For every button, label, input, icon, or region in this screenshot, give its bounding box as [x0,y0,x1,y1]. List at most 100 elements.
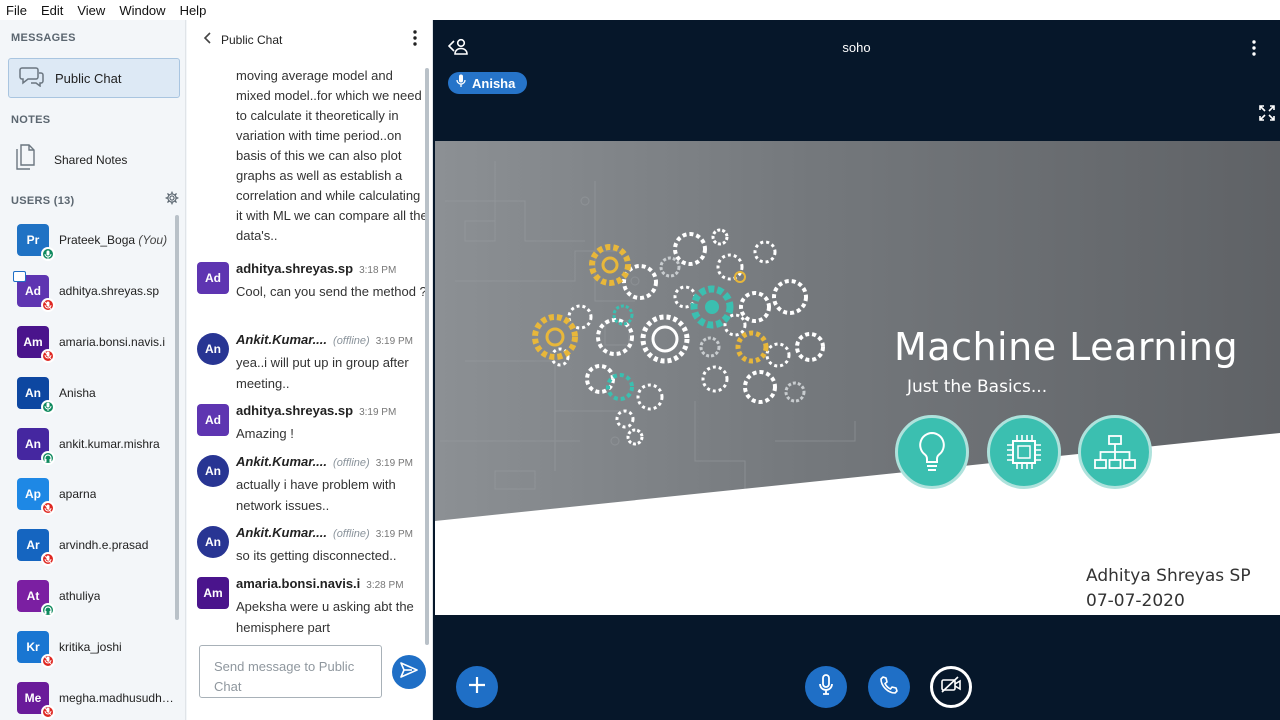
avatar-initials: Am [203,586,223,600]
avatar: An [197,526,229,558]
mute-microphone-button[interactable] [805,666,847,708]
user-name-text: Anisha [59,385,96,400]
message-time: 3:18 PM [359,265,397,276]
menu-edit[interactable]: Edit [41,3,63,18]
messages-section-title: MESSAGES [11,32,76,44]
presentation-slide: Machine Learning Just the Basics... Adhi… [435,141,1280,615]
user-list: Pr Prateek_Boga (You) Ad adhitya.shreyas.sp… [0,215,185,720]
user-name-text: adhitya.shreyas.sp [59,284,160,299]
microphone-icon [818,673,834,701]
actions-plus-button[interactable] [456,666,498,708]
avatar: An [197,333,229,365]
user-name: megha.madhusudh… [59,691,174,705]
lightbulb-icon [895,415,969,489]
avatar: Am [17,325,55,363]
microphone-status-icon [41,399,55,414]
meeting-options-icon[interactable] [1252,40,1256,61]
message-sender: Ankit.Kumar.... [236,454,328,469]
menu-bar: File Edit View Window Help [0,0,1280,20]
back-chevron-icon[interactable] [203,31,213,49]
avatar-initials: An [205,535,221,549]
avatar: Ad [197,262,229,294]
user-list-item[interactable]: Pr Prateek_Boga (You) [0,215,185,266]
user-list-item[interactable]: Kr kritika_joshi [0,621,185,672]
meeting-area: soho Anisha Machine Learning Just the Ba… [433,20,1280,720]
message-text: actually i have problem with network iss… [236,477,396,513]
user-list-sidebar: MESSAGES Public Chat NOTES Shared Notes … [0,20,186,720]
message-sender: amaria.bonsi.navis.i [236,576,361,591]
message-sender: Ankit.Kumar.... [236,332,328,347]
avatar-initials: Ad [205,413,221,427]
users-header: USERS (13) [11,191,179,210]
user-name-text: aparna [59,487,97,502]
user-name: ankit.kumar.mishra [59,437,160,451]
meeting-title: soho [842,40,871,55]
muted-microphone-status-icon [41,552,55,567]
message-sender: adhitya.shreyas.sp [236,403,354,418]
avatar-initials: Ar [26,538,40,553]
user-list-item[interactable]: An ankit.kumar.mishra [0,418,185,469]
avatar-initials: Me [24,690,42,705]
shared-notes-item[interactable]: Shared Notes [14,144,127,175]
message-time: 3:19 PM [359,407,397,418]
user-name-text: arvindh.e.prasad [59,538,149,553]
leave-audio-button[interactable] [868,666,910,708]
microphone-status-icon [41,247,55,262]
you-label: (You) [138,233,168,248]
talking-indicator[interactable]: Anisha [448,72,528,94]
chat-title: Public Chat [221,33,283,47]
chat-options-icon[interactable] [413,30,417,51]
chat-scrollbar[interactable] [425,68,429,645]
menu-view[interactable]: View [77,3,105,18]
avatar-initials: An [25,436,41,451]
muted-microphone-status-icon [41,298,55,313]
message-time: 3:19 PM [375,336,413,347]
headphones-status-icon [41,602,55,617]
message-text: so its getting disconnected.. [236,548,397,563]
send-message-button[interactable] [392,655,426,689]
avatar-initials: An [25,385,41,400]
notes-document-icon [14,144,36,175]
settings-gear-icon[interactable] [165,191,179,210]
user-list-item[interactable]: At athuliya [0,571,185,622]
menu-window[interactable]: Window [119,3,165,18]
chat-message-input[interactable]: Send message to Public Chat [199,645,382,698]
user-name: aparna [59,487,96,501]
slide-title: Machine Learning [894,325,1239,369]
message-time: 3:28 PM [366,580,404,591]
message-meta: adhitya.shreyas.sp 3:19 PM [236,402,396,420]
avatar: At [17,579,55,617]
user-list-item[interactable]: Me megha.madhusudh… [0,672,185,720]
presenter-icon [13,271,26,283]
avatar: An [197,455,229,487]
message-meta: adhitya.shreyas.sp 3:18 PM [236,260,396,278]
user-list-item[interactable]: An Anisha [0,367,185,418]
public-chat-item[interactable]: Public Chat [8,58,180,98]
user-name-text: megha.madhusudh… [59,690,174,705]
muted-microphone-status-icon [41,653,55,668]
menu-help[interactable]: Help [180,3,207,18]
video-off-icon [940,675,962,699]
share-webcam-button[interactable] [930,666,972,708]
fullscreen-icon[interactable] [1258,104,1276,127]
user-list-item[interactable]: Ar arvindh.e.prasad [0,520,185,571]
user-name-text: athuliya [59,588,101,603]
message-text: yea..i will put up in group after meetin… [236,355,409,391]
slide-author-block: Adhitya Shreyas SP 07-07-2020 [1086,564,1251,614]
user-list-scrollbar[interactable] [175,215,179,620]
message-text: Apeksha were u asking abt the hemisphere… [236,599,414,635]
plus-icon [468,676,486,699]
avatar-initials: Ad [25,284,41,299]
shared-notes-label: Shared Notes [54,152,128,167]
notes-section-title: NOTES [11,114,51,126]
muted-microphone-status-icon [41,501,55,516]
user-name: arvindh.e.prasad [59,538,148,552]
user-list-item[interactable]: Ap aparna [0,469,185,520]
chat-header: Public Chat [187,20,432,60]
menu-file[interactable]: File [6,3,27,18]
avatar-initials: Ad [205,271,221,285]
chat-bubble-icon [19,65,45,92]
user-list-item[interactable]: Ad adhitya.shreyas.sp [0,266,185,317]
user-name-text: ankit.kumar.mishra [59,436,160,451]
user-list-item[interactable]: Am amaria.bonsi.navis.i [0,317,185,368]
